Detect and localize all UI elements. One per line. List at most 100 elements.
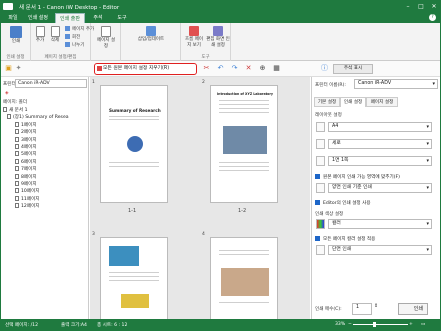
tree-page-item[interactable]: 10페이지 (3, 188, 87, 195)
page-icon (15, 143, 19, 149)
tree-item-label: 1페이지 (21, 122, 37, 128)
tree-item-label: 10페이지 (21, 189, 40, 195)
fit-checkbox[interactable] (315, 174, 320, 179)
tab-annotation[interactable]: 주석 (87, 13, 109, 23)
tree-page-item[interactable]: 2페이지 (3, 129, 87, 136)
page-number: 1 (92, 80, 95, 85)
editor-settings-checkbox[interactable] (315, 200, 320, 205)
star-icon[interactable]: ✦ (15, 65, 22, 72)
rotate-button[interactable]: 회전 (65, 34, 80, 40)
page-thumbnail[interactable]: Summary of Research (100, 85, 168, 203)
page-thumbnail[interactable] (100, 237, 168, 327)
show-annotation-button[interactable]: 주석 표시 (333, 64, 373, 74)
page-heading: Summary of Research (109, 108, 161, 113)
page-heading: Introduction of XYZ Laboratory (217, 92, 273, 96)
page-icon (15, 151, 19, 157)
clear-icon (97, 66, 102, 71)
zoom-out-icon[interactable]: − (348, 322, 352, 327)
chevron-down-icon: ▾ (426, 124, 429, 130)
info-icon[interactable]: ⓘ (321, 65, 328, 72)
color-select[interactable]: 컬러 ▾ (328, 219, 432, 229)
tree-chapter[interactable]: (장1) Summary of Resea (3, 114, 87, 121)
page-settings-button[interactable]: 페이지 설정 (95, 26, 117, 49)
tree-page-item[interactable]: 4페이지 (3, 143, 87, 151)
view-group: 흐름 페이지 보기 편집 화면 인쇄 설정 도구 (181, 23, 231, 61)
add-page-small-button[interactable]: 페이지 추가 (65, 26, 94, 32)
zoom-slider[interactable] (353, 324, 408, 325)
fit-page-icon[interactable]: ▭ (421, 322, 425, 327)
tree-page-item[interactable]: 8페이지 (3, 173, 87, 181)
minimize-icon[interactable]: – (403, 2, 413, 11)
pane-tool-icon[interactable]: ◈ (5, 91, 9, 96)
duplex-select[interactable]: 양면 인쇄 기준 인쇄 ▾ (328, 183, 432, 193)
tab-print-publish[interactable]: 인쇄 출판 (55, 13, 85, 23)
color-settings-label: 인쇄 색상 설정 (315, 212, 344, 217)
clear-all-page-settings-button[interactable]: 모든 원본 페이지 설정 지우기(R) (94, 63, 197, 75)
print-button[interactable]: 인쇄 (6, 26, 26, 44)
apply-color-checkbox[interactable] (315, 236, 320, 241)
tab-tools[interactable]: 도구 (111, 13, 133, 23)
add-button[interactable]: 추가 (33, 26, 47, 43)
color-icon (316, 219, 325, 229)
insert-update-button[interactable]: 삽입/업데이트 (129, 26, 173, 42)
print-view-button[interactable]: 편집 화면 인쇄 설정 (206, 26, 230, 48)
split-button[interactable]: 나누기 (65, 42, 84, 48)
page-settings-icon (101, 26, 111, 37)
paper-size-select[interactable]: A4 ▾ (328, 122, 432, 132)
tree-page-item[interactable]: 7페이지 (3, 166, 87, 173)
page-thumbnail[interactable] (210, 237, 278, 327)
tree-page-item[interactable]: 5페이지 (3, 151, 87, 158)
tree-item-label: 5페이지 (21, 152, 37, 158)
redo-icon[interactable]: ↷ (231, 65, 238, 72)
printer-select[interactable]: Canon iR-ADV ▾ (354, 79, 438, 89)
delete-button[interactable]: 삭제 (48, 26, 62, 43)
chart-image (121, 294, 149, 308)
help-icon[interactable]: ? (429, 14, 436, 21)
print-style-select[interactable]: 단면 인쇄 ▾ (328, 245, 432, 255)
zoom-icon[interactable]: ⊕ (259, 65, 266, 72)
page-view-icon[interactable]: ▦ (273, 65, 280, 72)
tree-page-item[interactable]: 11페이지 (3, 195, 87, 203)
tree-item-label: 12페이지 (21, 204, 40, 210)
tree-page-item[interactable]: 1페이지 (3, 121, 87, 129)
tab-file[interactable]: 파일 (5, 13, 21, 23)
tab-basic[interactable]: 기본 설정 (314, 97, 340, 107)
page-number: 3 (92, 232, 95, 237)
orientation-select[interactable]: 세로 ▾ (328, 139, 432, 149)
undo-icon[interactable]: ↶ (217, 65, 224, 72)
title-bar: 새 문서 1 - Canon iW Desktop - Editor – □ ✕ (1, 1, 440, 12)
tree-page-item[interactable]: 9페이지 (3, 180, 87, 188)
tree-page-item[interactable]: 3페이지 (3, 136, 87, 144)
tree-root[interactable]: 새 문서 1 (3, 107, 87, 114)
zoom-in-icon[interactable]: + (409, 322, 413, 327)
orientation-value: 세로 (332, 141, 341, 146)
print-submit-button[interactable]: 인쇄 (398, 303, 428, 315)
delete-icon[interactable]: ✕ (245, 65, 252, 72)
text-line (219, 162, 269, 163)
page-view: 1 Summary of Research 1-1 2 Introduction… (90, 77, 398, 327)
tree-page-item[interactable]: 6페이지 (3, 158, 87, 166)
page-icon (65, 26, 70, 31)
page-settings-label: 페이지 설정 (97, 38, 115, 49)
tab-print-settings[interactable]: 인쇄 설정 (23, 13, 53, 23)
zoom-slider-handle[interactable] (373, 322, 376, 327)
folder-icon[interactable]: ▣ (5, 65, 12, 72)
copies-spinner-icon[interactable]: ⇕ (374, 303, 378, 309)
ribbon-tabs: 파일 인쇄 설정 인쇄 출판 주석 도구 ? (1, 12, 440, 23)
tree-page-item[interactable]: 12페이지 (3, 203, 87, 210)
logo-image (127, 136, 143, 152)
cut-icon[interactable]: ✂ (203, 65, 210, 72)
tab-print-setup[interactable]: 인쇄 설정 (340, 97, 366, 107)
edit-toolbar: ▣ ✦ 모든 원본 페이지 설정 지우기(R) ✂ ↶ ↷ ✕ ⊕ ▦ ⓘ 주석… (1, 61, 440, 77)
continuous-view-button[interactable]: 흐름 페이지 보기 (183, 26, 205, 48)
maximize-icon[interactable]: □ (416, 2, 426, 11)
page-icon (15, 158, 19, 164)
tab-page-setup[interactable]: 페이지 설정 (366, 97, 398, 107)
quick-access-icon[interactable] (3, 3, 13, 10)
printer-field[interactable]: Canon iR-ADV (15, 79, 87, 88)
copies-input[interactable]: 1 (352, 303, 372, 315)
pages-per-sheet-select[interactable]: 1면 1쪽 ▾ (328, 156, 432, 166)
tree-item-label: 11페이지 (21, 196, 40, 202)
close-icon[interactable]: ✕ (429, 2, 439, 11)
page-thumbnail[interactable]: Introduction of XYZ Laboratory (210, 85, 278, 203)
